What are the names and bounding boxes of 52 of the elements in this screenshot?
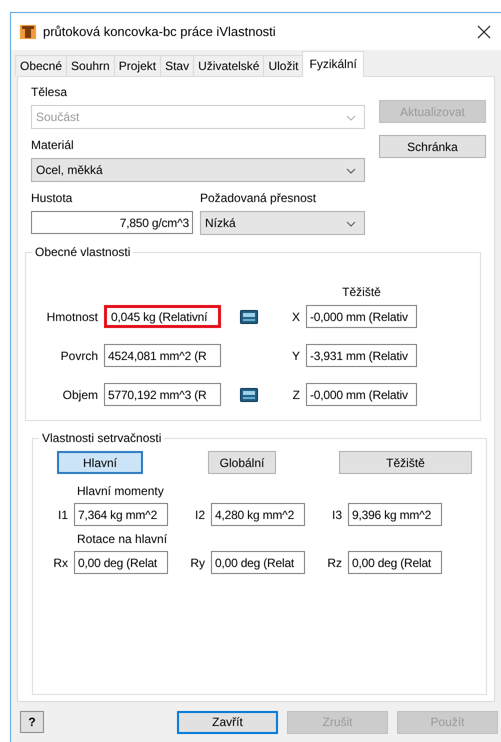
- calculator-icon[interactable]: [240, 388, 258, 402]
- property-label: Rz: [326, 556, 342, 570]
- axis-label: Z: [292, 388, 300, 402]
- property-label: Povrch: [60, 348, 98, 362]
- column-heading: Těžiště: [342, 285, 381, 299]
- property-field[interactable]: 0,00 deg (Relat: [74, 551, 168, 574]
- chevron-icon: [346, 221, 356, 227]
- axis-label: Y: [290, 348, 300, 362]
- property-field[interactable]: 4524,081 mm^2 (R: [104, 344, 221, 367]
- property-field[interactable]: 9,396 kg mm^2: [348, 503, 442, 526]
- density-field[interactable]: 7,850 g/cm^3: [31, 211, 193, 234]
- chevron-icon: [346, 115, 356, 121]
- property-label: Objem: [62, 388, 98, 402]
- view-button[interactable]: Globální: [208, 451, 276, 474]
- property-label: Ry: [189, 556, 205, 570]
- window-title: průtoková koncovka-bc práce iVlastnosti: [43, 24, 277, 39]
- view-button[interactable]: Hlavní: [57, 451, 143, 474]
- axis-label: X: [290, 310, 300, 324]
- property-field[interactable]: 7,364 kg mm^2: [74, 503, 168, 526]
- view-button[interactable]: Těžiště: [339, 451, 472, 474]
- field-label: Tělesa: [31, 85, 68, 99]
- close-icon[interactable]: [477, 24, 491, 38]
- group-title: Vlastnosti setrvačnosti: [41, 431, 162, 445]
- app-icon: [19, 22, 37, 40]
- field-label: Požadovaná přesnost: [200, 191, 318, 205]
- accuracy-dropdown[interactable]: Nízká: [200, 211, 365, 235]
- center-field[interactable]: -0,000 mm (Relativ: [306, 305, 417, 328]
- property-label: I2: [194, 508, 205, 522]
- chevron-icon: [346, 168, 356, 174]
- field-label: Materiál: [31, 138, 75, 152]
- property-field[interactable]: 0,00 deg (Relat: [211, 551, 305, 574]
- section-label: Hlavní momenty: [77, 484, 165, 498]
- clipboard-button[interactable]: Schránka: [379, 135, 486, 158]
- center-field[interactable]: -0,000 mm (Relativ: [306, 383, 417, 406]
- help-button[interactable]: ?: [20, 711, 44, 733]
- property-field[interactable]: 0,045 kg (Relativní: [104, 305, 221, 328]
- field-label: Hustota: [31, 191, 74, 205]
- property-label: I1: [56, 508, 68, 522]
- tab[interactable]: Fyzikální: [302, 51, 364, 77]
- property-label: Hmotnost: [46, 310, 98, 324]
- group-title: Obecné vlastnosti: [34, 245, 132, 259]
- dialog-button[interactable]: Zavřít: [177, 710, 278, 734]
- property-field[interactable]: 4,280 kg mm^2: [211, 503, 305, 526]
- property-label: Rx: [52, 556, 68, 570]
- property-field[interactable]: 5770,192 mm^3 (R: [104, 383, 221, 406]
- center-field[interactable]: -3,931 mm (Relativ: [306, 344, 417, 367]
- section-label: Rotace na hlavní: [77, 532, 168, 546]
- property-field[interactable]: 0,00 deg (Relat: [348, 551, 442, 574]
- property-label: I3: [330, 508, 342, 522]
- calculator-icon[interactable]: [240, 310, 258, 324]
- tab[interactable]: Obecné: [15, 55, 68, 76]
- material-dropdown[interactable]: Ocel, měkká: [31, 158, 365, 182]
